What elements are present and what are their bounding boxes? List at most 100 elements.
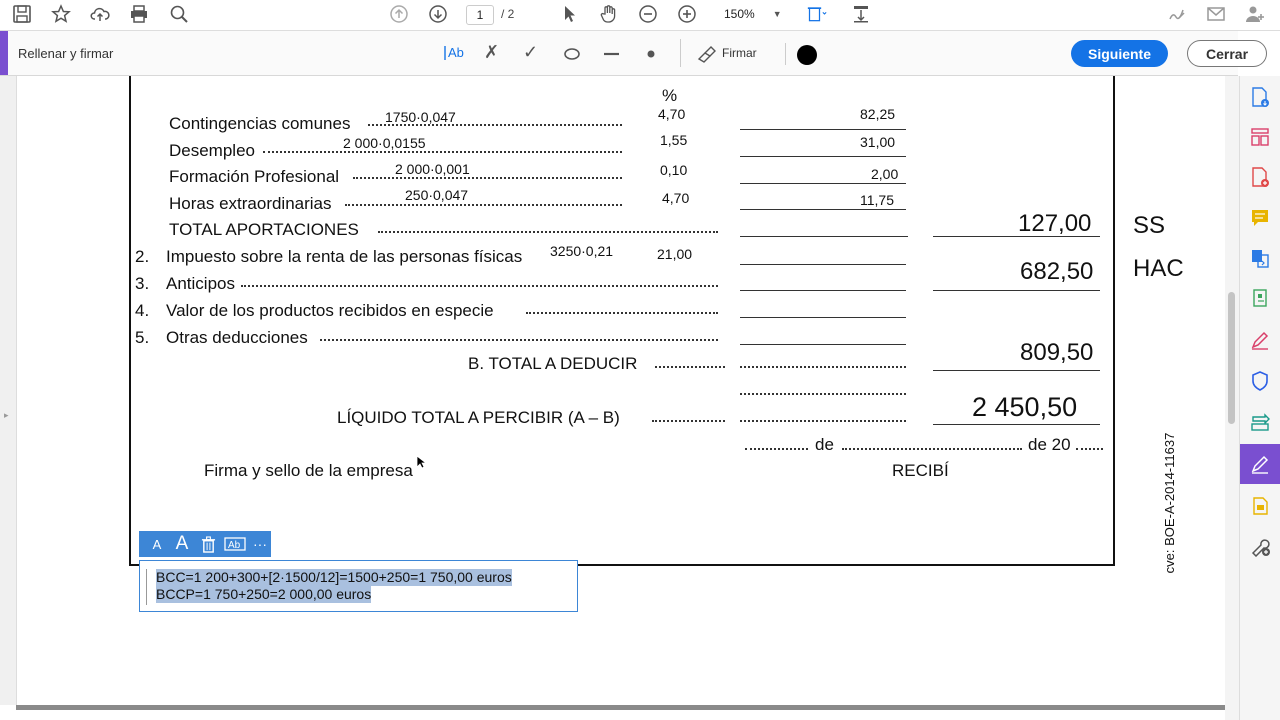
mail-icon[interactable] xyxy=(1204,3,1228,25)
dot-leader xyxy=(263,151,622,153)
send-track-icon[interactable] xyxy=(1248,410,1272,434)
zoom-out-icon[interactable] xyxy=(636,3,660,25)
fit-page-icon[interactable] xyxy=(802,3,832,25)
hac-annotation: HAC xyxy=(1133,255,1184,282)
select-arrow-icon[interactable] xyxy=(558,3,582,25)
toolbar-divider xyxy=(680,39,681,67)
sign-button[interactable]: Firmar xyxy=(697,42,767,64)
active-fill-sign-icon xyxy=(1251,455,1269,474)
item-number: 3. xyxy=(135,274,150,293)
edit-pdf-icon[interactable] xyxy=(1248,286,1272,310)
zoom-value: 150% xyxy=(724,7,755,21)
row-amount: 2,00 xyxy=(871,166,899,182)
row-amount: 11,75 xyxy=(860,192,894,208)
cross-mark-icon[interactable]: ✗ xyxy=(484,42,504,64)
row-calc: 2 000·0,0155 xyxy=(343,135,426,151)
item-number: 2. xyxy=(135,247,150,266)
date-de-20: de 20 xyxy=(1028,435,1071,454)
otras-deducciones-label: Otras deducciones xyxy=(166,328,308,347)
dot-leader xyxy=(241,285,718,287)
irpf-value: 682,50 xyxy=(1020,258,1094,285)
mouse-cursor-icon xyxy=(416,455,428,469)
sign-label: Firmar xyxy=(722,46,757,60)
ss-annotation: SS xyxy=(1133,212,1166,239)
row-calc: 1750·0,047 xyxy=(385,109,456,125)
check-mark-icon[interactable]: ✓ xyxy=(523,42,543,64)
text-field-box[interactable]: BCC=1 200+300+[2·1500/12]=1500+250=1 750… xyxy=(139,560,578,612)
item-number: 5. xyxy=(135,328,150,347)
zoom-select[interactable]: 150% ▼ xyxy=(712,5,784,23)
total-line xyxy=(933,290,1100,291)
comment-icon[interactable] xyxy=(1248,206,1272,230)
dot-leader xyxy=(353,177,622,179)
fill-sign-tool-active[interactable] xyxy=(1240,444,1280,484)
percent-header: % xyxy=(662,86,678,105)
star-icon[interactable] xyxy=(49,3,73,25)
fill-sign-pen-icon[interactable] xyxy=(1248,328,1272,352)
row-pct: 0,10 xyxy=(660,162,688,178)
delete-icon[interactable] xyxy=(197,534,219,554)
scroll-mode-icon[interactable] xyxy=(849,3,873,25)
expand-left-icon[interactable]: ▸ xyxy=(4,410,9,421)
create-pdf-icon[interactable] xyxy=(1248,165,1272,189)
row-label: Horas extraordinarias xyxy=(169,194,332,213)
scrollbar-thumb[interactable] xyxy=(1228,292,1235,424)
hand-tool-icon[interactable] xyxy=(597,3,621,25)
more-options-button[interactable]: ··· xyxy=(253,536,267,552)
left-panel-gutter[interactable]: ▸ xyxy=(0,76,17,705)
add-text-icon[interactable]: Ab xyxy=(442,42,468,64)
close-button[interactable]: Cerrar xyxy=(1187,40,1267,67)
dot-leader xyxy=(1076,448,1103,450)
dot-icon[interactable] xyxy=(642,44,660,62)
page-up-icon[interactable] xyxy=(387,3,411,25)
comb-field-icon[interactable]: Ab xyxy=(223,534,247,554)
search-icon[interactable] xyxy=(167,3,191,25)
amount-line xyxy=(740,317,906,318)
irpf-label: Impuesto sobre la renta de las personas … xyxy=(166,247,523,266)
color-picker-button[interactable] xyxy=(797,45,817,65)
dot-leader xyxy=(526,312,718,314)
more-tools-icon[interactable] xyxy=(1248,534,1272,558)
save-icon[interactable] xyxy=(10,3,34,25)
especie-label: Valor de los productos recibidos en espe… xyxy=(166,301,494,320)
add-user-icon[interactable] xyxy=(1243,3,1267,25)
export-pdf-icon[interactable] xyxy=(1248,85,1272,109)
sign-pen-icon[interactable] xyxy=(1165,3,1189,25)
irpf-pct: 21,00 xyxy=(657,246,693,262)
line-icon[interactable] xyxy=(601,44,623,62)
amount-line xyxy=(740,156,906,157)
dot-leader xyxy=(655,366,725,368)
item-number: 4. xyxy=(135,301,150,320)
decrease-font-button[interactable]: A xyxy=(147,537,167,552)
row-amount: 31,00 xyxy=(860,134,896,150)
dot-leader xyxy=(745,448,808,450)
page-number-input[interactable]: 1 xyxy=(466,5,494,25)
total-aportaciones-value: 127,00 xyxy=(1018,210,1092,237)
protect-shield-icon[interactable] xyxy=(1248,369,1272,393)
next-button[interactable]: Siguiente xyxy=(1071,40,1168,67)
organize-pages-icon[interactable] xyxy=(1248,125,1272,149)
row-label: Formación Profesional xyxy=(169,167,340,186)
circle-icon[interactable] xyxy=(562,44,584,62)
liquido-label: LÍQUIDO TOTAL A PERCIBIR (A – B) xyxy=(337,408,620,427)
dot-leader xyxy=(740,366,906,368)
text-caret xyxy=(146,569,147,605)
page-separator xyxy=(16,705,1225,710)
total-line xyxy=(933,424,1100,425)
zoom-in-icon[interactable] xyxy=(675,3,699,25)
dot-leader xyxy=(740,393,906,395)
row-label: Desempleo xyxy=(169,141,255,160)
page-down-icon[interactable] xyxy=(426,3,450,25)
total-deducir-label: B. TOTAL A DEDUCIR xyxy=(468,354,638,373)
fill-sign-title: Rellenar y firmar xyxy=(18,46,114,61)
liquido-value: 2 450,50 xyxy=(972,392,1078,422)
page-total: / 2 xyxy=(501,7,515,21)
cloud-upload-icon[interactable] xyxy=(88,3,112,25)
increase-font-button[interactable]: A xyxy=(171,533,193,555)
print-icon[interactable] xyxy=(127,3,151,25)
page-frame-left xyxy=(129,76,131,566)
dot-leader xyxy=(652,420,725,422)
amount-line xyxy=(740,183,906,184)
stamp-icon[interactable] xyxy=(1248,494,1272,518)
combine-files-icon[interactable] xyxy=(1248,246,1272,270)
